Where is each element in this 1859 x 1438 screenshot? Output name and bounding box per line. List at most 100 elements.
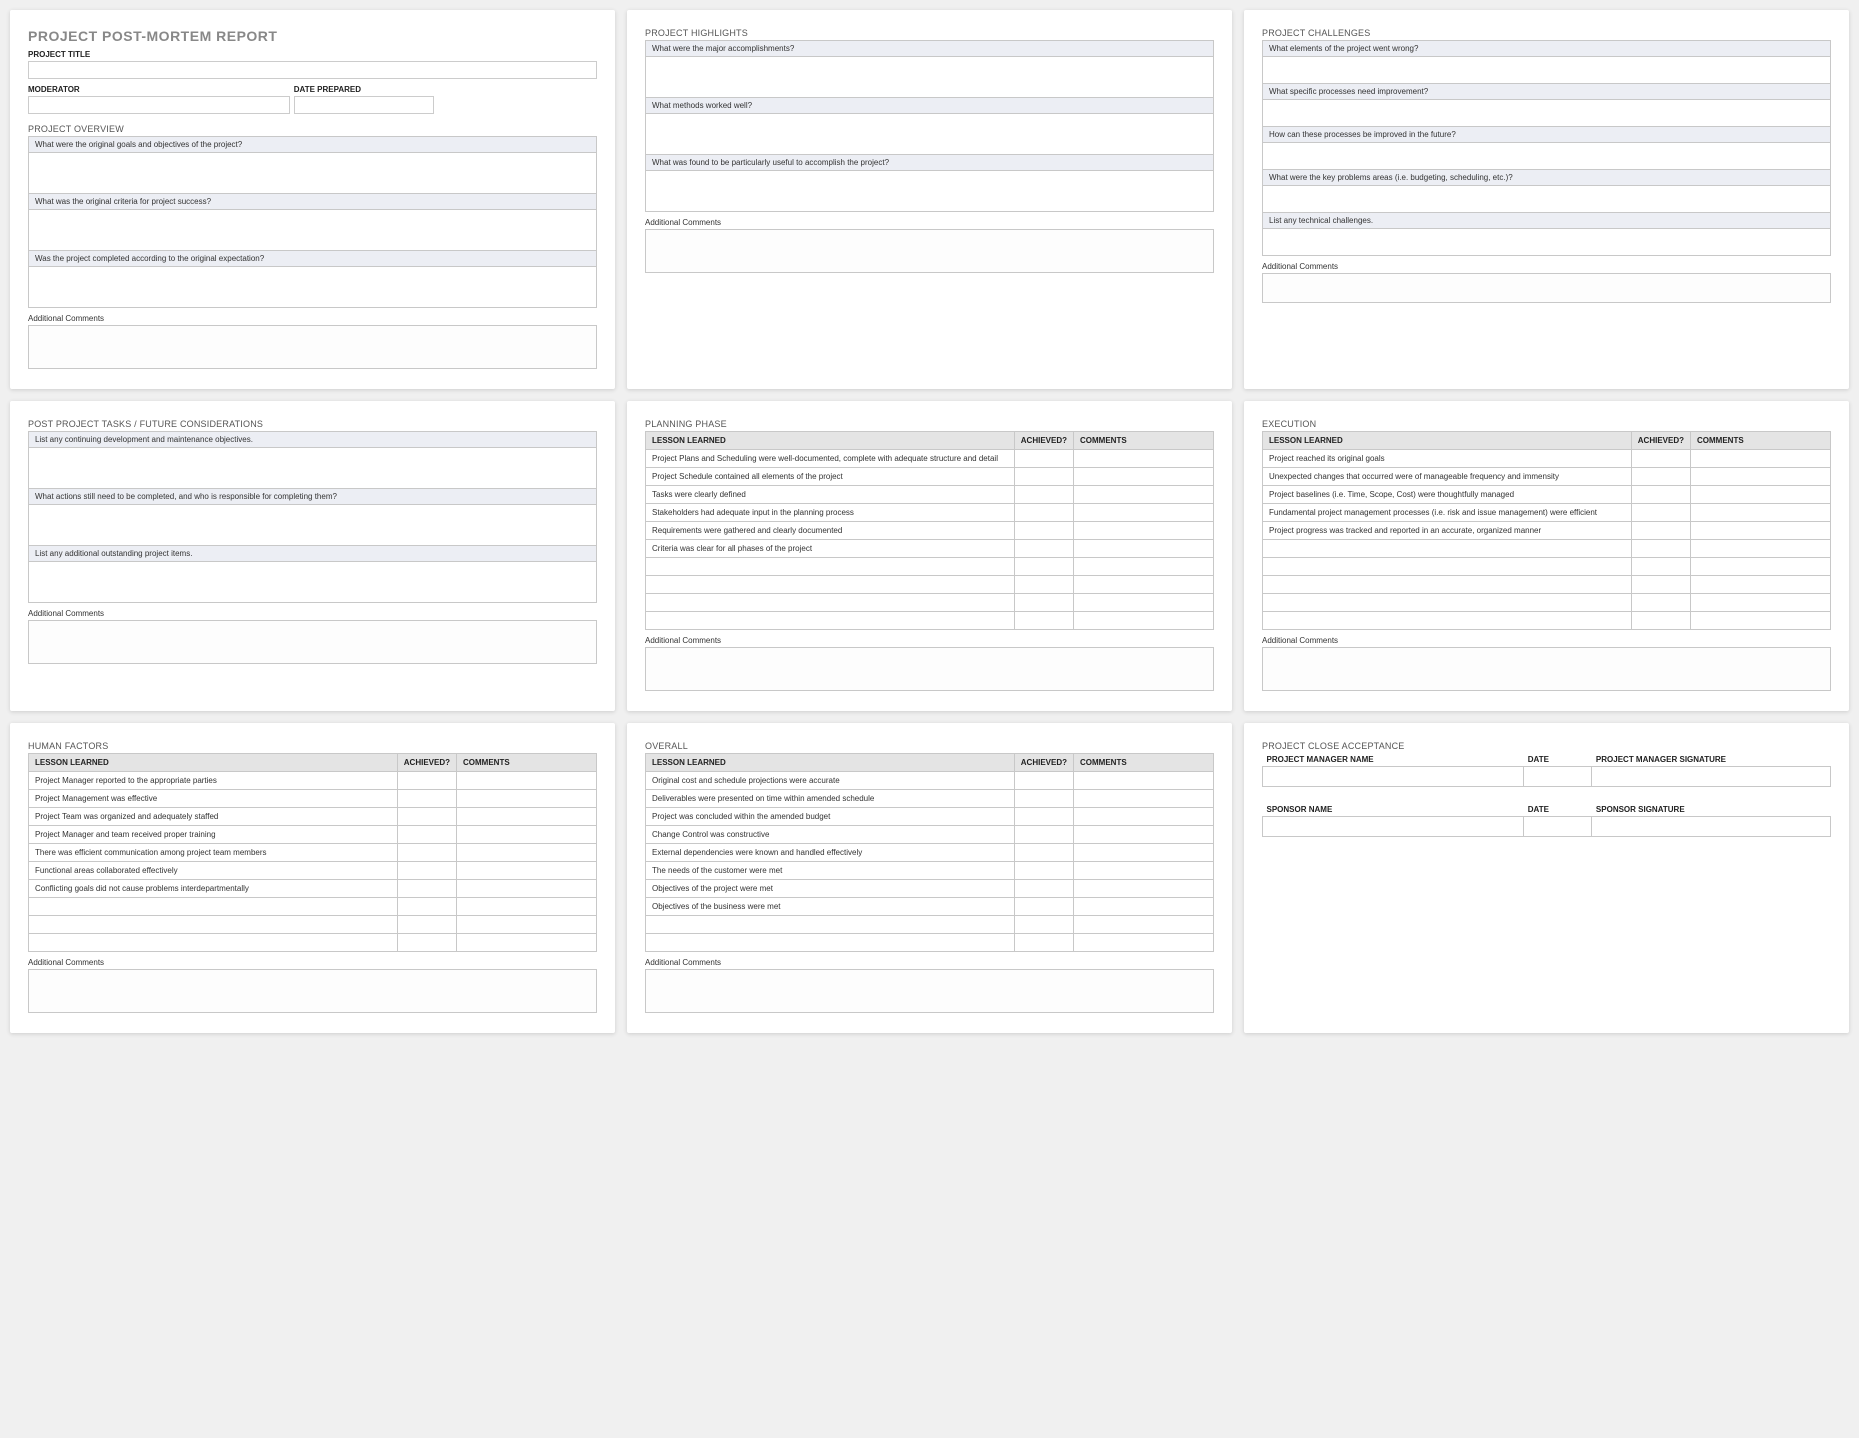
comments-box[interactable] xyxy=(1262,273,1831,303)
achieved-cell[interactable] xyxy=(1631,594,1690,612)
comments-cell[interactable] xyxy=(1074,916,1214,934)
comments-cell[interactable] xyxy=(1074,808,1214,826)
achieved-cell[interactable] xyxy=(1631,612,1690,630)
pm-sig-input[interactable] xyxy=(1592,767,1831,787)
achieved-cell[interactable] xyxy=(1631,468,1690,486)
achieved-cell[interactable] xyxy=(1014,772,1073,790)
comments-cell[interactable] xyxy=(1074,826,1214,844)
comments-cell[interactable] xyxy=(457,772,597,790)
comments-cell[interactable] xyxy=(1074,790,1214,808)
comments-cell[interactable] xyxy=(457,826,597,844)
comments-cell[interactable] xyxy=(1074,898,1214,916)
comments-cell[interactable] xyxy=(457,934,597,952)
achieved-cell[interactable] xyxy=(397,844,456,862)
comments-cell[interactable] xyxy=(1691,576,1831,594)
comments-cell[interactable] xyxy=(1691,468,1831,486)
comments-cell[interactable] xyxy=(1074,468,1214,486)
achieved-cell[interactable] xyxy=(1631,522,1690,540)
project-title-input[interactable] xyxy=(28,61,597,79)
comments-cell[interactable] xyxy=(1074,880,1214,898)
comments-cell[interactable] xyxy=(1074,772,1214,790)
date-prepared-input[interactable] xyxy=(294,96,434,114)
achieved-cell[interactable] xyxy=(1014,486,1073,504)
comments-box[interactable] xyxy=(645,647,1214,691)
achieved-cell[interactable] xyxy=(1014,594,1073,612)
comments-cell[interactable] xyxy=(1691,504,1831,522)
comments-box[interactable] xyxy=(28,325,597,369)
comments-cell[interactable] xyxy=(1074,540,1214,558)
comments-cell[interactable] xyxy=(1691,612,1831,630)
achieved-cell[interactable] xyxy=(1631,558,1690,576)
achieved-cell[interactable] xyxy=(1014,504,1073,522)
th-lesson: LESSON LEARNED xyxy=(646,754,1015,772)
comments-cell[interactable] xyxy=(1074,844,1214,862)
achieved-cell[interactable] xyxy=(397,790,456,808)
comments-cell[interactable] xyxy=(457,862,597,880)
comments-cell[interactable] xyxy=(457,844,597,862)
comments-cell[interactable] xyxy=(1691,522,1831,540)
comments-cell[interactable] xyxy=(1074,504,1214,522)
achieved-cell[interactable] xyxy=(1631,576,1690,594)
achieved-cell[interactable] xyxy=(1014,826,1073,844)
achieved-cell[interactable] xyxy=(1014,934,1073,952)
comments-cell[interactable] xyxy=(1074,862,1214,880)
achieved-cell[interactable] xyxy=(397,916,456,934)
comments-box[interactable] xyxy=(28,620,597,664)
achieved-cell[interactable] xyxy=(397,772,456,790)
achieved-cell[interactable] xyxy=(1014,898,1073,916)
comments-cell[interactable] xyxy=(1074,486,1214,504)
achieved-cell[interactable] xyxy=(1014,880,1073,898)
sponsor-date-input[interactable] xyxy=(1524,817,1592,837)
achieved-cell[interactable] xyxy=(397,880,456,898)
comments-cell[interactable] xyxy=(1691,594,1831,612)
sponsor-sig-input[interactable] xyxy=(1592,817,1831,837)
comments-cell[interactable] xyxy=(1074,558,1214,576)
achieved-cell[interactable] xyxy=(1631,486,1690,504)
table-row: Project reached its original goals xyxy=(1263,450,1831,468)
comments-box[interactable] xyxy=(1262,647,1831,691)
achieved-cell[interactable] xyxy=(1631,450,1690,468)
comments-cell[interactable] xyxy=(1074,576,1214,594)
achieved-cell[interactable] xyxy=(1014,540,1073,558)
achieved-cell[interactable] xyxy=(1014,916,1073,934)
comments-cell[interactable] xyxy=(1691,558,1831,576)
achieved-cell[interactable] xyxy=(1014,576,1073,594)
comments-box[interactable] xyxy=(28,969,597,1013)
achieved-cell[interactable] xyxy=(397,934,456,952)
achieved-cell[interactable] xyxy=(397,826,456,844)
comments-cell[interactable] xyxy=(1074,612,1214,630)
achieved-cell[interactable] xyxy=(1014,862,1073,880)
achieved-cell[interactable] xyxy=(1014,468,1073,486)
achieved-cell[interactable] xyxy=(397,808,456,826)
comments-cell[interactable] xyxy=(457,898,597,916)
achieved-cell[interactable] xyxy=(1014,450,1073,468)
comments-cell[interactable] xyxy=(1074,934,1214,952)
comments-box[interactable] xyxy=(645,229,1214,273)
achieved-cell[interactable] xyxy=(1631,540,1690,558)
th-comments: COMMENTS xyxy=(1074,432,1214,450)
comments-cell[interactable] xyxy=(1074,522,1214,540)
comments-cell[interactable] xyxy=(1074,594,1214,612)
comments-cell[interactable] xyxy=(1691,450,1831,468)
comments-cell[interactable] xyxy=(457,880,597,898)
moderator-input[interactable] xyxy=(28,96,290,114)
comments-cell[interactable] xyxy=(457,916,597,934)
achieved-cell[interactable] xyxy=(1014,790,1073,808)
achieved-cell[interactable] xyxy=(1631,504,1690,522)
achieved-cell[interactable] xyxy=(397,898,456,916)
sponsor-name-input[interactable] xyxy=(1263,817,1524,837)
comments-cell[interactable] xyxy=(1691,486,1831,504)
comments-box[interactable] xyxy=(645,969,1214,1013)
pm-date-input[interactable] xyxy=(1524,767,1592,787)
comments-cell[interactable] xyxy=(1074,450,1214,468)
achieved-cell[interactable] xyxy=(1014,522,1073,540)
achieved-cell[interactable] xyxy=(397,862,456,880)
achieved-cell[interactable] xyxy=(1014,844,1073,862)
achieved-cell[interactable] xyxy=(1014,612,1073,630)
achieved-cell[interactable] xyxy=(1014,558,1073,576)
comments-cell[interactable] xyxy=(1691,540,1831,558)
achieved-cell[interactable] xyxy=(1014,808,1073,826)
comments-cell[interactable] xyxy=(457,808,597,826)
pm-name-input[interactable] xyxy=(1263,767,1524,787)
comments-cell[interactable] xyxy=(457,790,597,808)
